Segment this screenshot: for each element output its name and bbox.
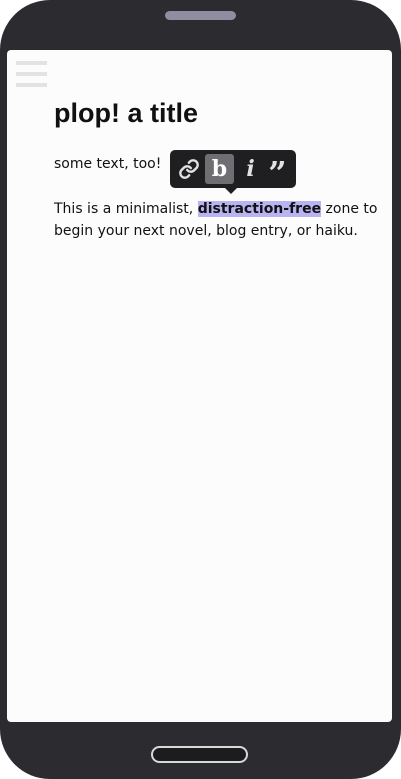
menu-icon[interactable] xyxy=(16,61,47,88)
italic-button[interactable]: i xyxy=(236,154,265,184)
body-paragraph[interactable]: This is a minimalist, distraction-free z… xyxy=(54,198,390,242)
formatting-toolbar: b i ” xyxy=(170,150,296,194)
link-button[interactable] xyxy=(174,154,203,184)
speaker-grille xyxy=(165,11,236,20)
screen: plop! a title some text, too! This is a … xyxy=(7,50,392,722)
paragraph-text-before: This is a minimalist, xyxy=(54,201,198,217)
quote-button[interactable]: ” xyxy=(263,154,292,189)
link-icon xyxy=(178,159,199,179)
document-title[interactable]: plop! a title xyxy=(54,98,198,129)
body-line[interactable]: some text, too! xyxy=(54,156,161,172)
phone-frame: plop! a title some text, too! This is a … xyxy=(0,0,401,779)
bold-button[interactable]: b xyxy=(205,154,234,184)
selected-text[interactable]: distraction-free xyxy=(197,201,322,217)
home-button[interactable] xyxy=(151,746,248,763)
